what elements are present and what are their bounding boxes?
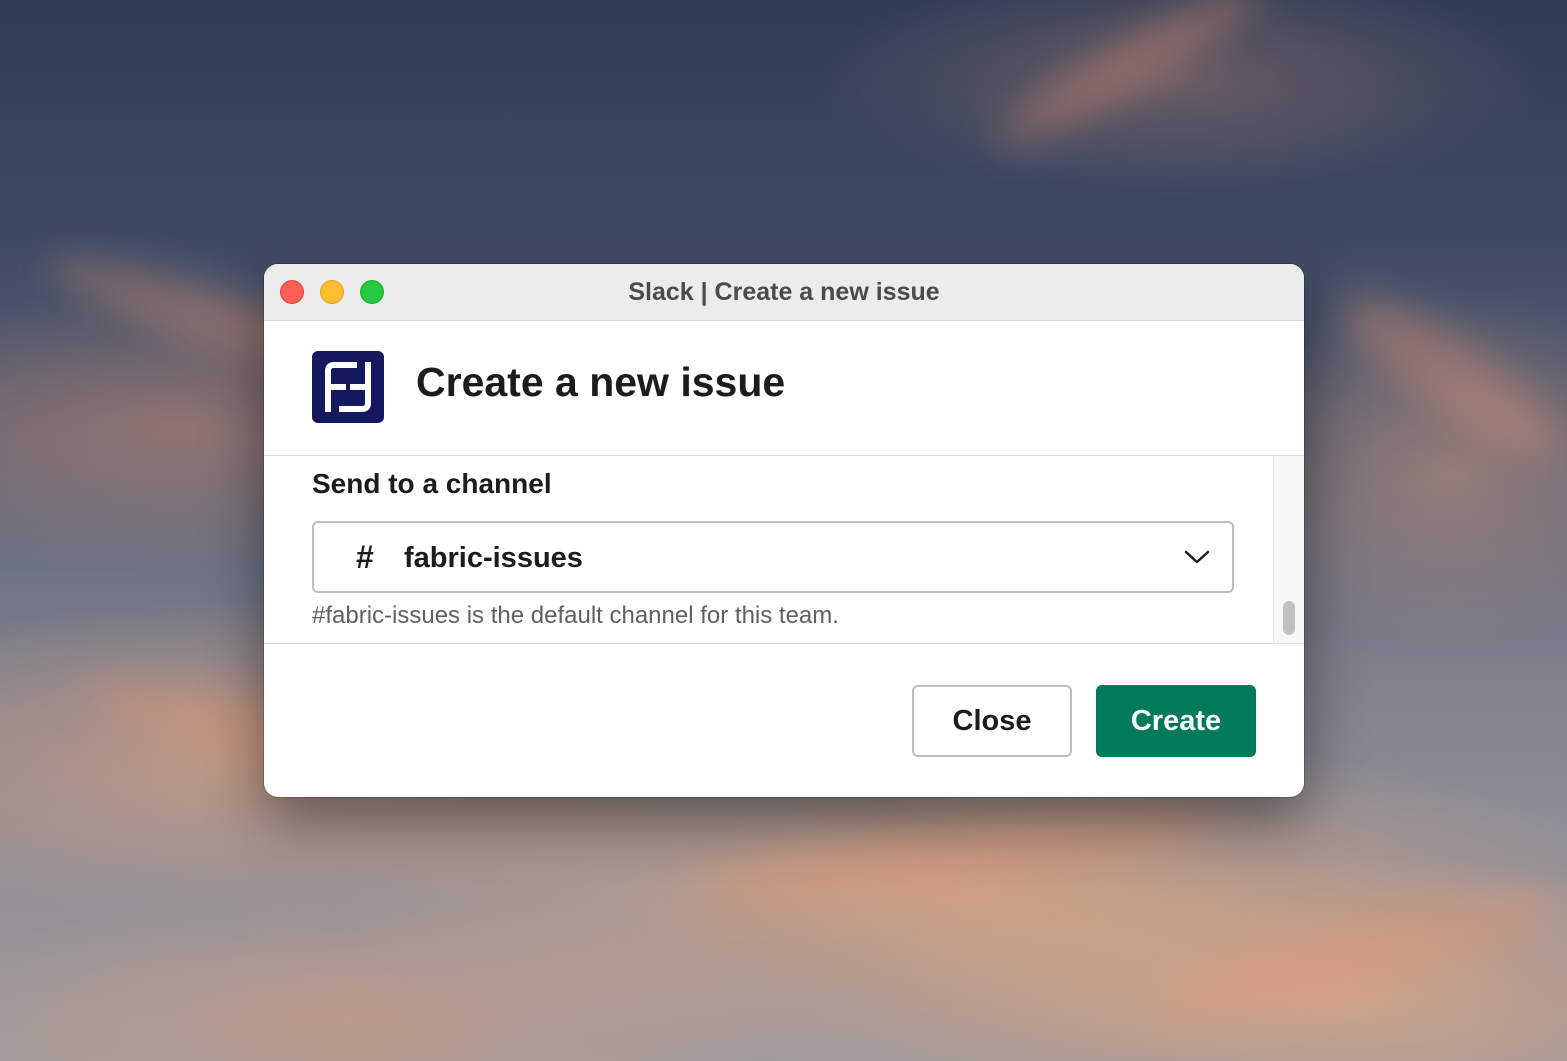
cloud-streak [987,0,1273,162]
channel-hint: #fabric-issues is the default channel fo… [312,602,839,629]
desktop-background: Slack | Create a new issue Create a new … [0,0,1567,1061]
chevron-down-icon [1184,550,1210,564]
channel-field-label: Send to a channel [312,468,552,499]
window-title: Slack | Create a new issue [628,278,940,306]
channel-select[interactable]: # fabric-issues [312,521,1234,593]
scrollbar-track[interactable] [1273,456,1304,643]
fabric-logo-icon [312,351,384,423]
title-bar: Slack | Create a new issue [264,264,1304,321]
modal-header: Create a new issue [264,321,1304,456]
modal-title: Create a new issue [416,359,786,405]
modal-body: Send to a channel # fabric-issues #fabri… [264,456,1304,644]
modal-window: Slack | Create a new issue Create a new … [264,264,1304,797]
create-button[interactable]: Create [1096,685,1256,757]
close-button[interactable]: Close [912,685,1072,757]
selected-channel: fabric-issues [404,542,583,574]
cloud-streak [1148,866,1567,1044]
cloud-streak [1323,271,1567,479]
modal-footer: Close Create [264,644,1304,797]
hash-icon: # [356,539,374,575]
scrollbar-thumb[interactable] [1283,601,1295,635]
cloud-streak [697,784,1223,926]
